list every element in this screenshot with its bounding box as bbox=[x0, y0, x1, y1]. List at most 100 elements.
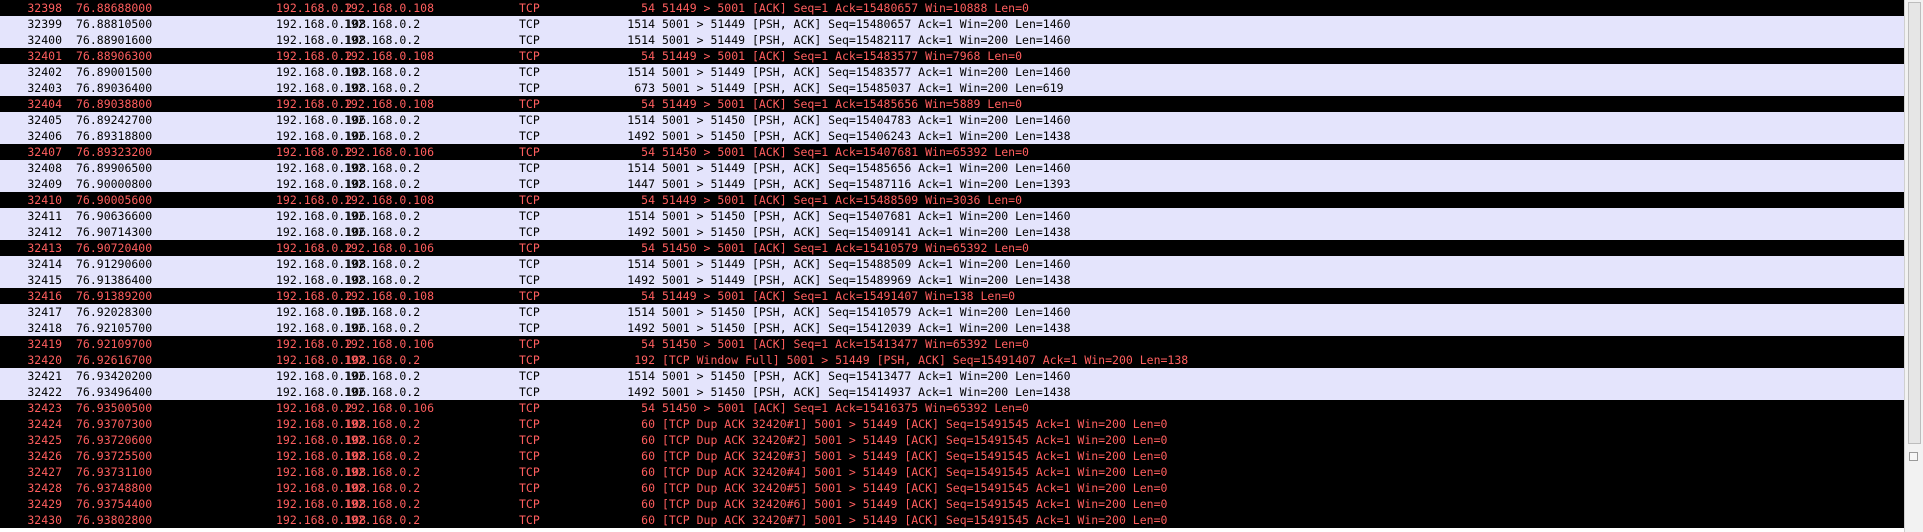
packet-time: 76.89323200 bbox=[76, 145, 153, 159]
packet-info: [TCP Dup ACK 32420#2] 5001 > 51449 [ACK]… bbox=[662, 433, 1168, 447]
packet-destination: 192.168.0.2 bbox=[344, 225, 421, 239]
packet-protocol: TCP bbox=[519, 385, 540, 399]
packet-row[interactable]: 32408 76.89906500 192.168.0.108 192.168.0.2… bbox=[0, 160, 1905, 176]
packet-length: 60 bbox=[641, 465, 655, 479]
packet-row[interactable]: 32409 76.90000800 192.168.0.108 192.168.0.2… bbox=[0, 176, 1905, 192]
packet-protocol: TCP bbox=[519, 161, 540, 175]
packet-protocol: TCP bbox=[519, 465, 540, 479]
packet-time: 76.91290600 bbox=[76, 257, 153, 271]
packet-row[interactable]: 32416 76.91389200 192.168.0.2 192.168.0.108… bbox=[0, 288, 1905, 304]
packet-number: 32427 bbox=[27, 465, 62, 479]
packet-protocol: TCP bbox=[519, 17, 540, 31]
packet-destination: 192.168.0.108 bbox=[344, 289, 435, 303]
packet-info: 51449 > 5001 [ACK] Seq=1 Ack=15491407 Wi… bbox=[662, 289, 1016, 303]
packet-row[interactable]: 32417 76.92028300 192.168.0.106 192.168.0.2… bbox=[0, 304, 1905, 320]
packet-row[interactable]: 32424 76.93707300 192.168.0.108 192.168.0.2… bbox=[0, 416, 1905, 432]
packet-destination: 192.168.0.2 bbox=[344, 33, 421, 47]
packet-destination: 192.168.0.2 bbox=[344, 417, 421, 431]
packet-time: 76.93720600 bbox=[76, 433, 153, 447]
packet-row[interactable]: 32423 76.93500500 192.168.0.2 192.168.0.106… bbox=[0, 400, 1905, 416]
packet-protocol: TCP bbox=[519, 97, 540, 111]
packet-row[interactable]: 32430 76.93802800 192.168.0.108 192.168.0.2… bbox=[0, 512, 1905, 528]
packet-row[interactable]: 32427 76.93731100 192.168.0.108 192.168.0.2… bbox=[0, 464, 1905, 480]
packet-time: 76.89038800 bbox=[76, 97, 153, 111]
scrollbar-grip-icon[interactable] bbox=[1909, 452, 1918, 461]
packet-number: 32402 bbox=[27, 65, 62, 79]
packet-row[interactable]: 32402 76.89001500 192.168.0.108 192.168.0.2… bbox=[0, 64, 1905, 80]
packet-row[interactable]: 32415 76.91386400 192.168.0.108 192.168.0.2… bbox=[0, 272, 1905, 288]
packet-row[interactable]: 32403 76.89036400 192.168.0.108 192.168.0.2… bbox=[0, 80, 1905, 96]
packet-destination: 192.168.0.2 bbox=[344, 161, 421, 175]
packet-destination: 192.168.0.108 bbox=[344, 1, 435, 15]
packet-row[interactable]: 32398 76.88688000 192.168.0.2 192.168.0.108… bbox=[0, 0, 1905, 16]
packet-protocol: TCP bbox=[519, 193, 540, 207]
packet-time: 76.93754400 bbox=[76, 497, 153, 511]
packet-number: 32425 bbox=[27, 433, 62, 447]
packet-time: 76.93725500 bbox=[76, 449, 153, 463]
packet-time: 76.92105700 bbox=[76, 321, 153, 335]
packet-row[interactable]: 32422 76.93496400 192.168.0.106 192.168.0.2… bbox=[0, 384, 1905, 400]
packet-info: 5001 > 51449 [PSH, ACK] Seq=15482117 Ack… bbox=[662, 33, 1071, 47]
packet-row[interactable]: 32418 76.92105700 192.168.0.106 192.168.0.2… bbox=[0, 320, 1905, 336]
packet-protocol: TCP bbox=[519, 113, 540, 127]
vertical-scrollbar[interactable] bbox=[1904, 0, 1923, 532]
packet-protocol: TCP bbox=[519, 401, 540, 415]
packet-protocol: TCP bbox=[519, 33, 540, 47]
packet-length: 192 bbox=[634, 353, 655, 367]
packet-time: 76.88906300 bbox=[76, 49, 153, 63]
packet-protocol: TCP bbox=[519, 129, 540, 143]
packet-length: 1514 bbox=[627, 33, 655, 47]
packet-row[interactable]: 32413 76.90720400 192.168.0.2 192.168.0.106… bbox=[0, 240, 1905, 256]
packet-destination: 192.168.0.106 bbox=[344, 337, 435, 351]
packet-row[interactable]: 32406 76.89318800 192.168.0.106 192.168.0.2… bbox=[0, 128, 1905, 144]
packet-info: 51449 > 5001 [ACK] Seq=1 Ack=15485656 Wi… bbox=[662, 97, 1023, 111]
packet-length: 1492 bbox=[627, 321, 655, 335]
packet-row[interactable]: 32426 76.93725500 192.168.0.108 192.168.0.2… bbox=[0, 448, 1905, 464]
packet-row[interactable]: 32400 76.88901600 192.168.0.108 192.168.0.2… bbox=[0, 32, 1905, 48]
scrollbar-thumb[interactable] bbox=[1908, 2, 1921, 444]
packet-length: 60 bbox=[641, 433, 655, 447]
packet-destination: 192.168.0.106 bbox=[344, 241, 435, 255]
packet-info: 5001 > 51450 [PSH, ACK] Seq=15404783 Ack… bbox=[662, 113, 1071, 127]
packet-info: 5001 > 51450 [PSH, ACK] Seq=15414937 Ack… bbox=[662, 385, 1071, 399]
packet-number: 32429 bbox=[27, 497, 62, 511]
packet-time: 76.92109700 bbox=[76, 337, 153, 351]
packet-row[interactable]: 32420 76.92616700 192.168.0.108 192.168.0.2… bbox=[0, 352, 1905, 368]
packet-time: 76.93731100 bbox=[76, 465, 153, 479]
packet-row[interactable]: 32407 76.89323200 192.168.0.2 192.168.0.106… bbox=[0, 144, 1905, 160]
packet-list[interactable]: 32398 76.88688000 192.168.0.2 192.168.0.108… bbox=[0, 0, 1905, 532]
packet-length: 54 bbox=[641, 49, 655, 63]
packet-destination: 192.168.0.108 bbox=[344, 97, 435, 111]
packet-row[interactable]: 32405 76.89242700 192.168.0.106 192.168.0.2… bbox=[0, 112, 1905, 128]
packet-row[interactable]: 32412 76.90714300 192.168.0.106 192.168.0.2… bbox=[0, 224, 1905, 240]
packet-info: 5001 > 51450 [PSH, ACK] Seq=15413477 Ack… bbox=[662, 369, 1071, 383]
packet-row[interactable]: 32419 76.92109700 192.168.0.2 192.168.0.106… bbox=[0, 336, 1905, 352]
packet-row[interactable]: 32399 76.88810500 192.168.0.108 192.168.0.2… bbox=[0, 16, 1905, 32]
packet-destination: 192.168.0.2 bbox=[344, 81, 421, 95]
packet-number: 32408 bbox=[27, 161, 62, 175]
packet-info: 5001 > 51450 [PSH, ACK] Seq=15410579 Ack… bbox=[662, 305, 1071, 319]
packet-protocol: TCP bbox=[519, 289, 540, 303]
packet-row[interactable]: 32414 76.91290600 192.168.0.108 192.168.0.2… bbox=[0, 256, 1905, 272]
packet-number: 32406 bbox=[27, 129, 62, 143]
packet-length: 1514 bbox=[627, 113, 655, 127]
packet-row[interactable]: 32421 76.93420200 192.168.0.106 192.168.0.2… bbox=[0, 368, 1905, 384]
packet-protocol: TCP bbox=[519, 145, 540, 159]
packet-row[interactable]: 32429 76.93754400 192.168.0.108 192.168.0.2… bbox=[0, 496, 1905, 512]
packet-row[interactable]: 32401 76.88906300 192.168.0.2 192.168.0.108… bbox=[0, 48, 1905, 64]
packet-destination: 192.168.0.106 bbox=[344, 145, 435, 159]
packet-length: 60 bbox=[641, 497, 655, 511]
packet-row[interactable]: 32410 76.90005600 192.168.0.2 192.168.0.108… bbox=[0, 192, 1905, 208]
packet-info: 5001 > 51450 [PSH, ACK] Seq=15406243 Ack… bbox=[662, 129, 1071, 143]
packet-row[interactable]: 32404 76.89038800 192.168.0.2 192.168.0.108… bbox=[0, 96, 1905, 112]
packet-number: 32407 bbox=[27, 145, 62, 159]
packet-row[interactable]: 32411 76.90636600 192.168.0.106 192.168.0.2… bbox=[0, 208, 1905, 224]
resize-corner bbox=[1905, 514, 1923, 532]
packet-length: 1514 bbox=[627, 65, 655, 79]
packet-row[interactable]: 32425 76.93720600 192.168.0.108 192.168.0.2… bbox=[0, 432, 1905, 448]
packet-protocol: TCP bbox=[519, 337, 540, 351]
packet-destination: 192.168.0.108 bbox=[344, 49, 435, 63]
packet-destination: 192.168.0.106 bbox=[344, 401, 435, 415]
packet-row[interactable]: 32428 76.93748800 192.168.0.108 192.168.0.2… bbox=[0, 480, 1905, 496]
packet-number: 32398 bbox=[27, 1, 62, 15]
